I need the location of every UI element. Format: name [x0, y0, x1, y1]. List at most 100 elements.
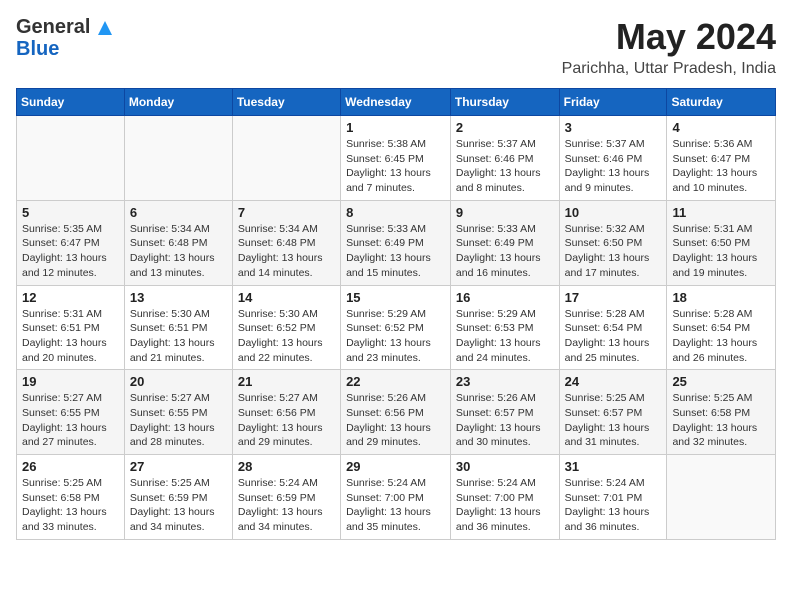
day-info: Sunrise: 5:38 AM Sunset: 6:45 PM Dayligh…: [346, 137, 445, 196]
day-number: 28: [238, 459, 335, 474]
day-number: 14: [238, 290, 335, 305]
day-number: 24: [565, 374, 662, 389]
day-info: Sunrise: 5:27 AM Sunset: 6:55 PM Dayligh…: [22, 391, 119, 450]
page-header: General Blue May 2024 Parichha, Uttar Pr…: [16, 16, 776, 78]
day-number: 19: [22, 374, 119, 389]
calendar-subtitle: Parichha, Uttar Pradesh, India: [562, 60, 776, 78]
calendar-cell: 6 Sunrise: 5:34 AM Sunset: 6:48 PM Daylig…: [124, 200, 232, 285]
day-number: 7: [238, 205, 335, 220]
day-info: Sunrise: 5:32 AM Sunset: 6:50 PM Dayligh…: [565, 222, 662, 281]
day-info: Sunrise: 5:36 AM Sunset: 6:47 PM Dayligh…: [672, 137, 770, 196]
week-row-5: 26Sunrise: 5:25 AM Sunset: 6:58 PM Dayli…: [17, 455, 776, 540]
day-number: 13: [130, 290, 227, 305]
calendar-cell: [232, 116, 340, 201]
week-row-3: 12 Sunrise: 5:31 AM Sunset: 6:51 PM Dayli…: [17, 285, 776, 370]
logo-text: General: [16, 16, 112, 38]
day-number: 16: [456, 290, 554, 305]
day-info: Sunrise: 5:31 AM Sunset: 6:50 PM Dayligh…: [672, 222, 770, 281]
calendar-cell: 12 Sunrise: 5:31 AM Sunset: 6:51 PM Dayli…: [17, 285, 125, 370]
calendar-cell: 24 Sunrise: 5:25 AM Sunset: 6:57 PM Dayli…: [559, 370, 667, 455]
day-info: Sunrise: 5:24 AM Sunset: 7:00 PM Dayligh…: [456, 476, 554, 535]
header-thursday: Thursday: [450, 89, 559, 116]
calendar-cell: [667, 455, 776, 540]
day-number: 4: [672, 120, 770, 135]
day-info: Sunrise: 5:24 AM Sunset: 6:59 PM Dayligh…: [238, 476, 335, 535]
day-info: Sunrise: 5:24 AM Sunset: 7:00 PM Dayligh…: [346, 476, 445, 535]
header-saturday: Saturday: [667, 89, 776, 116]
week-row-4: 19 Sunrise: 5:27 AM Sunset: 6:55 PM Dayli…: [17, 370, 776, 455]
calendar-cell: 8 Sunrise: 5:33 AM Sunset: 6:49 PM Daylig…: [341, 200, 451, 285]
day-number: 21: [238, 374, 335, 389]
day-info: Sunrise: 5:31 AM Sunset: 6:51 PM Dayligh…: [22, 307, 119, 366]
day-number: 30: [456, 459, 554, 474]
calendar-title: May 2024: [562, 16, 776, 58]
day-number: 25: [672, 374, 770, 389]
day-number: 23: [456, 374, 554, 389]
day-info: Sunrise: 5:25 AM Sunset: 6:59 PM Dayligh…: [130, 476, 227, 535]
day-number: 22: [346, 374, 445, 389]
day-info: Sunrise: 5:33 AM Sunset: 6:49 PM Dayligh…: [456, 222, 554, 281]
day-info: Sunrise: 5:25 AM Sunset: 6:57 PM Dayligh…: [565, 391, 662, 450]
calendar-cell: 26Sunrise: 5:25 AM Sunset: 6:58 PM Dayli…: [17, 455, 125, 540]
calendar-cell: 7 Sunrise: 5:34 AM Sunset: 6:48 PM Daylig…: [232, 200, 340, 285]
calendar-cell: 17 Sunrise: 5:28 AM Sunset: 6:54 PM Dayli…: [559, 285, 667, 370]
header-sunday: Sunday: [17, 89, 125, 116]
day-info: Sunrise: 5:34 AM Sunset: 6:48 PM Dayligh…: [238, 222, 335, 281]
title-section: May 2024 Parichha, Uttar Pradesh, India: [562, 16, 776, 78]
day-info: Sunrise: 5:25 AM Sunset: 6:58 PM Dayligh…: [672, 391, 770, 450]
day-number: 11: [672, 205, 770, 220]
day-info: Sunrise: 5:25 AM Sunset: 6:58 PM Dayligh…: [22, 476, 119, 535]
day-info: Sunrise: 5:33 AM Sunset: 6:49 PM Dayligh…: [346, 222, 445, 281]
day-info: Sunrise: 5:35 AM Sunset: 6:47 PM Dayligh…: [22, 222, 119, 281]
calendar-cell: 9 Sunrise: 5:33 AM Sunset: 6:49 PM Daylig…: [450, 200, 559, 285]
calendar-cell: [124, 116, 232, 201]
logo-blue-text: Blue: [16, 38, 59, 60]
day-number: 8: [346, 205, 445, 220]
calendar-cell: 25 Sunrise: 5:25 AM Sunset: 6:58 PM Dayli…: [667, 370, 776, 455]
day-info: Sunrise: 5:27 AM Sunset: 6:55 PM Dayligh…: [130, 391, 227, 450]
day-info: Sunrise: 5:30 AM Sunset: 6:52 PM Dayligh…: [238, 307, 335, 366]
day-number: 20: [130, 374, 227, 389]
week-row-1: 1 Sunrise: 5:38 AM Sunset: 6:45 PM Daylig…: [17, 116, 776, 201]
calendar-cell: 28 Sunrise: 5:24 AM Sunset: 6:59 PM Dayli…: [232, 455, 340, 540]
header-wednesday: Wednesday: [341, 89, 451, 116]
day-number: 31: [565, 459, 662, 474]
day-info: Sunrise: 5:34 AM Sunset: 6:48 PM Dayligh…: [130, 222, 227, 281]
day-number: 3: [565, 120, 662, 135]
calendar-cell: 2 Sunrise: 5:37 AM Sunset: 6:46 PM Daylig…: [450, 116, 559, 201]
day-info: Sunrise: 5:24 AM Sunset: 7:01 PM Dayligh…: [565, 476, 662, 535]
calendar-cell: 5Sunrise: 5:35 AM Sunset: 6:47 PM Daylig…: [17, 200, 125, 285]
calendar-cell: 31 Sunrise: 5:24 AM Sunset: 7:01 PM Dayli…: [559, 455, 667, 540]
calendar-table: Sunday Monday Tuesday Wednesday Thursday…: [16, 88, 776, 540]
day-info: Sunrise: 5:27 AM Sunset: 6:56 PM Dayligh…: [238, 391, 335, 450]
day-number: 6: [130, 205, 227, 220]
calendar-header-row: Sunday Monday Tuesday Wednesday Thursday…: [17, 89, 776, 116]
calendar-cell: 1 Sunrise: 5:38 AM Sunset: 6:45 PM Daylig…: [341, 116, 451, 201]
day-number: 27: [130, 459, 227, 474]
calendar-cell: 20 Sunrise: 5:27 AM Sunset: 6:55 PM Dayli…: [124, 370, 232, 455]
calendar-cell: 29 Sunrise: 5:24 AM Sunset: 7:00 PM Dayli…: [341, 455, 451, 540]
calendar-cell: 27 Sunrise: 5:25 AM Sunset: 6:59 PM Dayli…: [124, 455, 232, 540]
day-number: 1: [346, 120, 445, 135]
day-number: 10: [565, 205, 662, 220]
day-number: 29: [346, 459, 445, 474]
calendar-cell: 3 Sunrise: 5:37 AM Sunset: 6:46 PM Daylig…: [559, 116, 667, 201]
day-number: 12: [22, 290, 119, 305]
day-info: Sunrise: 5:37 AM Sunset: 6:46 PM Dayligh…: [565, 137, 662, 196]
calendar-cell: 19 Sunrise: 5:27 AM Sunset: 6:55 PM Dayli…: [17, 370, 125, 455]
day-number: 2: [456, 120, 554, 135]
logo: General Blue: [16, 16, 112, 60]
header-friday: Friday: [559, 89, 667, 116]
day-number: 17: [565, 290, 662, 305]
day-number: 15: [346, 290, 445, 305]
day-info: Sunrise: 5:37 AM Sunset: 6:46 PM Dayligh…: [456, 137, 554, 196]
calendar-cell: 14 Sunrise: 5:30 AM Sunset: 6:52 PM Dayli…: [232, 285, 340, 370]
calendar-cell: 21 Sunrise: 5:27 AM Sunset: 6:56 PM Dayli…: [232, 370, 340, 455]
day-info: Sunrise: 5:28 AM Sunset: 6:54 PM Dayligh…: [565, 307, 662, 366]
day-info: Sunrise: 5:29 AM Sunset: 6:53 PM Dayligh…: [456, 307, 554, 366]
day-number: 9: [456, 205, 554, 220]
calendar-cell: 11 Sunrise: 5:31 AM Sunset: 6:50 PM Dayli…: [667, 200, 776, 285]
calendar-cell: 4 Sunrise: 5:36 AM Sunset: 6:47 PM Daylig…: [667, 116, 776, 201]
day-info: Sunrise: 5:26 AM Sunset: 6:56 PM Dayligh…: [346, 391, 445, 450]
calendar-cell: [17, 116, 125, 201]
